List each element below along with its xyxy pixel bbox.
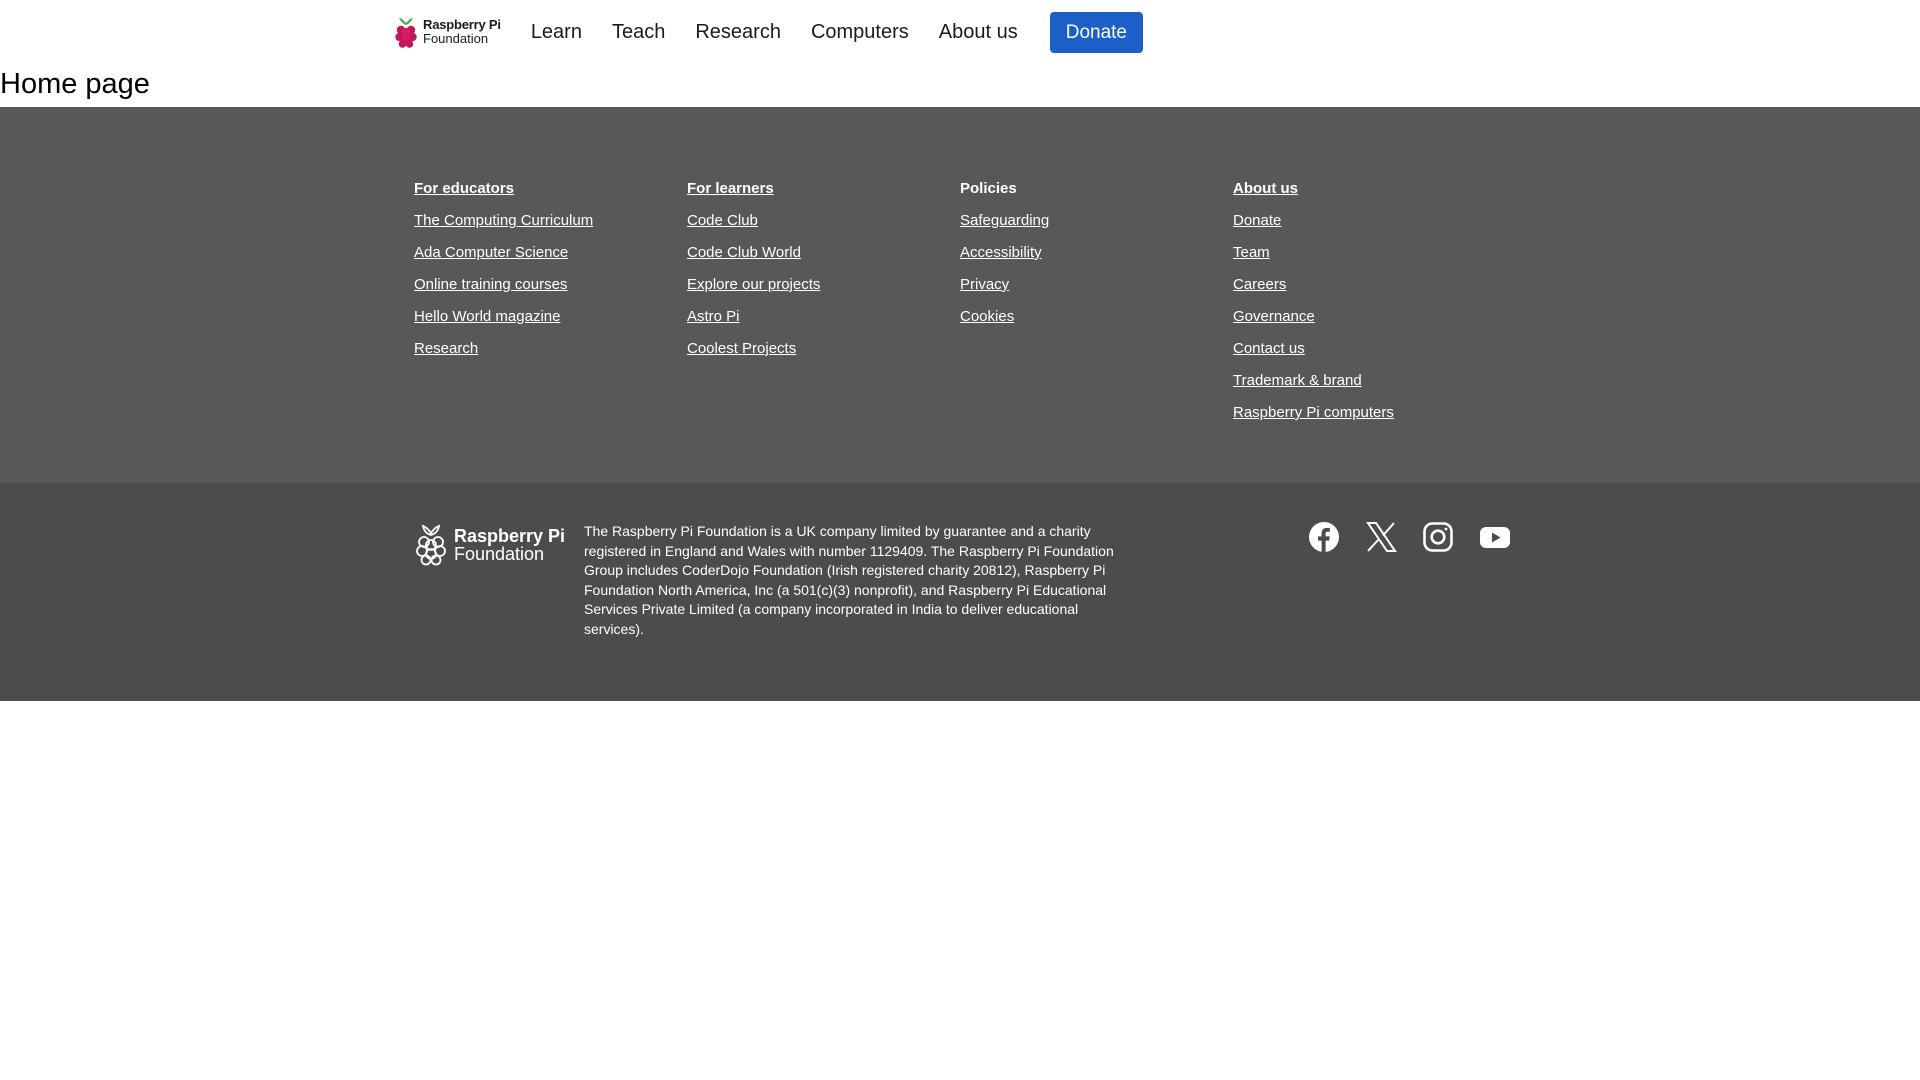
logo-line-2: Foundation [423, 31, 489, 46]
nav-learn[interactable]: Learn [531, 21, 582, 44]
x-link[interactable] [1365, 521, 1397, 553]
facebook-link[interactable] [1308, 521, 1340, 553]
footer-link-astro-pi[interactable]: Astro Pi [687, 301, 960, 333]
footer-bottom-section: Raspberry Pi Foundation The Raspberry Pi… [0, 483, 1920, 701]
footer-link-donate[interactable]: Donate [1233, 205, 1506, 237]
footer-link-privacy[interactable]: Privacy [960, 269, 1233, 301]
footer-link-ada-computer-science[interactable]: Ada Computer Science [414, 237, 687, 269]
page-title: Home page [0, 68, 150, 100]
raspberry-icon [395, 18, 417, 48]
footer-link-contact-us[interactable]: Contact us [1233, 333, 1506, 365]
footer-link-explore-projects[interactable]: Explore our projects [687, 269, 960, 301]
top-navigation-bar: Raspberry Pi Foundation Learn Teach Rese… [0, 0, 1920, 64]
footer-link-safeguarding[interactable]: Safeguarding [960, 205, 1233, 237]
nav-teach[interactable]: Teach [612, 21, 665, 44]
footer-link-online-training[interactable]: Online training courses [414, 269, 687, 301]
footer-column-policies: Policies Safeguarding Accessibility Priv… [960, 173, 1233, 429]
footer-column-learners: For learners Code Club Code Club World E… [687, 173, 960, 429]
nav-about-us[interactable]: About us [939, 21, 1018, 44]
nav-research[interactable]: Research [695, 21, 781, 44]
facebook-icon [1309, 522, 1339, 552]
instagram-icon [1423, 522, 1453, 552]
footer-link-coolest-projects[interactable]: Coolest Projects [687, 333, 960, 365]
footer-link-cookies[interactable]: Cookies [960, 301, 1233, 333]
footer-link-team[interactable]: Team [1233, 237, 1506, 269]
footer-link-careers[interactable]: Careers [1233, 269, 1506, 301]
footer-link-governance[interactable]: Governance [1233, 301, 1506, 333]
x-icon [1366, 522, 1397, 552]
youtube-link[interactable] [1479, 521, 1511, 553]
logo-wordmark: Raspberry Pi Foundation [423, 18, 501, 46]
footer-heading-about-us[interactable]: About us [1233, 173, 1506, 205]
logo-line-1: Raspberry Pi [423, 17, 501, 32]
footer-heading-educators[interactable]: For educators [414, 173, 687, 205]
raspberry-outline-icon [416, 524, 446, 566]
footer-link-code-club[interactable]: Code Club [687, 205, 960, 237]
footer-heading-policies: Policies [960, 180, 1017, 197]
footer-logo-link[interactable]: Raspberry Pi Foundation [414, 523, 565, 567]
footer-link-research[interactable]: Research [414, 333, 687, 365]
footer-logo-line-2: Foundation [454, 544, 545, 564]
footer-link-computing-curriculum[interactable]: The Computing Curriculum [414, 205, 687, 237]
footer-logo-wordmark: Raspberry Pi Foundation [454, 527, 565, 563]
footer-column-about: About us Donate Team Careers Governance … [1233, 173, 1506, 429]
instagram-link[interactable] [1422, 521, 1454, 553]
youtube-icon [1480, 527, 1510, 548]
footer-heading-learners[interactable]: For learners [687, 173, 960, 205]
footer-columns: For educators The Computing Curriculum A… [414, 173, 1506, 429]
footer-column-educators: For educators The Computing Curriculum A… [414, 173, 687, 429]
donate-button[interactable]: Donate [1049, 11, 1143, 53]
social-links [1308, 521, 1511, 553]
footer-link-accessibility[interactable]: Accessibility [960, 237, 1233, 269]
footer-link-hello-world[interactable]: Hello World magazine [414, 301, 687, 333]
footer-link-code-club-world[interactable]: Code Club World [687, 237, 960, 269]
footer-link-trademark[interactable]: Trademark & brand [1233, 365, 1506, 397]
footer-logo-line-1: Raspberry Pi [454, 526, 566, 546]
main-nav: Raspberry Pi Foundation Learn Teach Rese… [393, 11, 1143, 53]
footer-links-section: For educators The Computing Curriculum A… [0, 107, 1920, 483]
nav-computers[interactable]: Computers [811, 21, 909, 44]
footer-link-raspberry-pi-computers[interactable]: Raspberry Pi computers [1233, 397, 1506, 429]
legal-text: The Raspberry Pi Foundation is a UK comp… [584, 523, 1114, 637]
home-logo-link[interactable]: Raspberry Pi Foundation [393, 15, 501, 49]
